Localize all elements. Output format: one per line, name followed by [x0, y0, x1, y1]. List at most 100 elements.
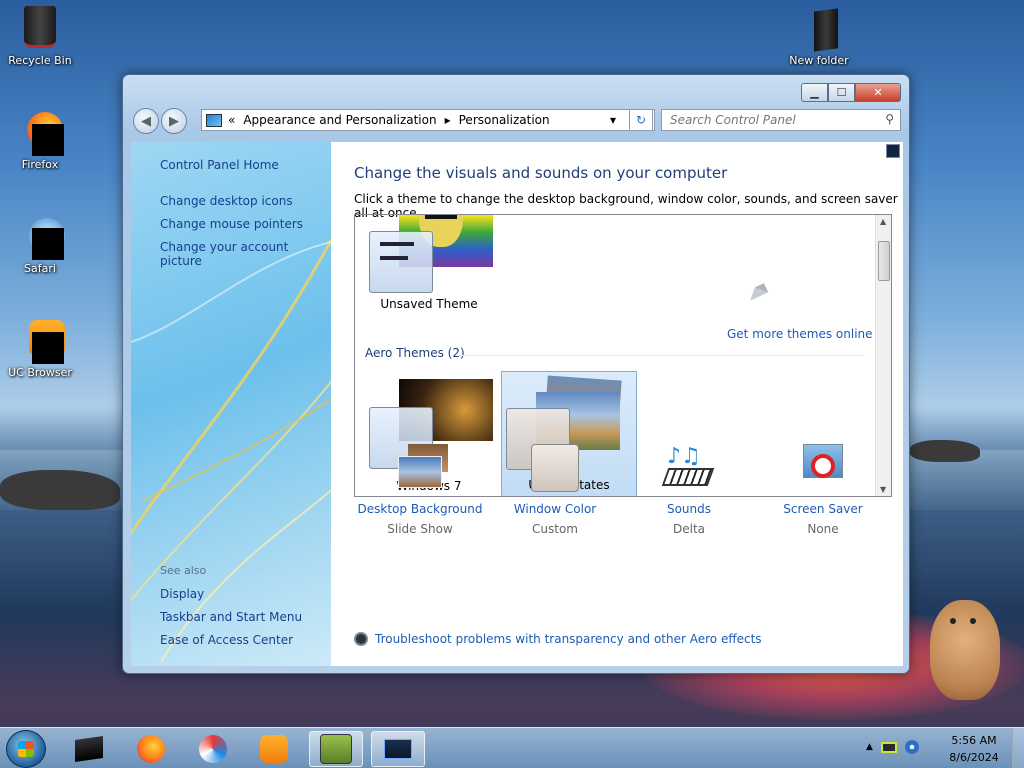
taskbar-control-panel[interactable] — [371, 731, 425, 767]
mouse-cursor-icon — [745, 283, 769, 301]
taskbar-terminal[interactable] — [62, 731, 116, 767]
firefox-icon — [17, 110, 64, 156]
change-account-picture-link[interactable]: Change your account picture — [160, 240, 331, 268]
sounds-setting[interactable]: ♪♫ Sounds Delta — [624, 444, 754, 536]
ease-of-access-link[interactable]: Ease of Access Center — [160, 633, 293, 647]
address-dropdown-icon[interactable]: ▾ — [610, 113, 616, 127]
desktop-background-value: Slide Show — [387, 522, 453, 536]
system-tray: ▲ — [866, 740, 919, 754]
search-placeholder: Search Control Panel — [670, 113, 796, 127]
search-input[interactable]: Search Control Panel ⚲ — [661, 109, 901, 131]
personalization-window: ▁ ☐ ✕ ◀ ▶ « Appearance and Personalizati… — [122, 74, 910, 674]
desktop-icon-safari[interactable]: Safari — [0, 214, 80, 275]
clock-time: 5:56 AM — [951, 734, 997, 747]
back-button[interactable]: ◀ — [133, 108, 159, 134]
window-color-link[interactable]: Window Color — [490, 502, 620, 516]
scroll-up-icon[interactable]: ▲ — [880, 217, 886, 226]
unsaved-theme-card[interactable]: Unsaved Theme — [361, 215, 497, 315]
desktop-icon-new-folder[interactable]: New folder — [779, 6, 859, 67]
screen-saver-icon — [793, 444, 853, 496]
desktop-background-link[interactable]: Desktop Background — [355, 502, 485, 516]
breadcrumb-personalization[interactable]: Personalization — [459, 113, 550, 127]
desktop: Recycle Bin Firefox Safari UC Browser Ne… — [0, 0, 1024, 768]
desktop-icon-label: Recycle Bin — [8, 54, 72, 67]
desktop-icon-uc-browser[interactable]: UC Browser — [0, 318, 80, 379]
desktop-background-setting[interactable]: Desktop Background Slide Show — [355, 444, 485, 536]
breadcrumb-separator-icon: ▸ — [444, 113, 451, 127]
scrollbar-thumb[interactable] — [878, 241, 890, 281]
desktop-icon-label: UC Browser — [8, 366, 72, 379]
taskbar-safari[interactable] — [186, 731, 240, 767]
terminal-icon — [75, 736, 103, 762]
clock[interactable]: 5:56 AM 8/6/2024 — [940, 732, 1008, 766]
wallpaper-rocks-right — [910, 440, 980, 462]
help-icon[interactable] — [886, 144, 900, 158]
desktop-icon-label: Safari — [24, 262, 56, 275]
taskbar-uc-browser[interactable] — [247, 731, 301, 767]
taskbar-firefox[interactable] — [124, 731, 178, 767]
screen-saver-value: None — [807, 522, 839, 536]
control-panel-icon — [206, 113, 222, 127]
main-content: Change the visuals and sounds on your co… — [331, 142, 903, 666]
control-panel-home-link[interactable]: Control Panel Home — [160, 158, 279, 172]
control-panel-window-icon — [384, 739, 412, 759]
clock-date: 8/6/2024 — [949, 751, 999, 764]
troubleshoot-link[interactable]: Troubleshoot problems with transparency … — [354, 632, 762, 646]
sounds-value: Delta — [672, 522, 705, 536]
desktop-icon-label: Firefox — [21, 158, 59, 171]
get-more-themes-link[interactable]: Get more themes online — [727, 327, 873, 341]
desktop-icon-firefox[interactable]: Firefox — [0, 110, 80, 171]
box-hamster-icon — [320, 734, 352, 764]
safari-icon — [17, 214, 65, 260]
windows-logo-icon — [18, 741, 34, 757]
minimize-button[interactable]: ▁ — [801, 83, 828, 102]
maximize-button[interactable]: ☐ — [828, 83, 855, 102]
uc-browser-icon — [17, 318, 65, 364]
taskbar-box[interactable] — [309, 731, 363, 767]
window-color-icon — [525, 444, 585, 496]
page-title: Change the visuals and sounds on your co… — [354, 164, 728, 182]
hamster-gadget[interactable] — [930, 600, 1000, 700]
forward-button[interactable]: ▶ — [161, 108, 187, 134]
desktop-icon-label: New folder — [789, 54, 849, 67]
desktop-icon-recycle-bin[interactable]: Recycle Bin — [0, 6, 80, 67]
window-color-value: Custom — [532, 522, 578, 536]
see-also-heading: See also — [160, 564, 207, 577]
change-desktop-icons-link[interactable]: Change desktop icons — [160, 194, 293, 208]
troubleshoot-icon — [354, 632, 368, 646]
breadcrumb-prefix[interactable]: « — [228, 113, 235, 127]
sounds-link[interactable]: Sounds — [624, 502, 754, 516]
taskbar: ▲ 5:56 AM 8/6/2024 — [0, 727, 1024, 768]
navigation-bar: ◀ ▶ « Appearance and Personalization ▸ P… — [131, 107, 903, 135]
search-icon[interactable]: ⚲ — [885, 112, 894, 126]
window-color-setting[interactable]: Window Color Custom — [490, 444, 620, 536]
firefox-icon — [137, 735, 165, 763]
aero-themes-heading: Aero Themes (2) — [365, 346, 465, 360]
breadcrumb-appearance[interactable]: Appearance and Personalization — [243, 113, 436, 127]
uc-browser-icon — [260, 735, 288, 763]
recycle-bin-icon — [17, 6, 63, 52]
close-button[interactable]: ✕ — [855, 83, 901, 102]
refresh-button[interactable]: ↻ — [629, 109, 653, 131]
screen-saver-setting[interactable]: Screen Saver None — [758, 444, 888, 536]
change-mouse-pointers-link[interactable]: Change mouse pointers — [160, 217, 303, 231]
show-desktop-button[interactable] — [1012, 728, 1024, 768]
unsaved-theme-label: Unsaved Theme — [380, 297, 478, 311]
taskbar-start-menu-link[interactable]: Taskbar and Start Menu — [160, 610, 302, 624]
group-divider — [459, 355, 865, 356]
troubleshoot-label[interactable]: Troubleshoot problems with transparency … — [375, 632, 762, 646]
screen-saver-link[interactable]: Screen Saver — [758, 502, 888, 516]
show-hidden-icons-button[interactable]: ▲ — [866, 742, 873, 752]
safari-swirl-icon — [199, 735, 227, 763]
sounds-icon: ♪♫ — [659, 444, 719, 496]
display-link[interactable]: Display — [160, 587, 204, 601]
address-bar[interactable]: « Appearance and Personalization ▸ Perso… — [201, 109, 655, 131]
unsaved-theme-window-icon — [369, 231, 433, 293]
battery-icon[interactable] — [880, 741, 897, 753]
folder-icon — [796, 6, 842, 52]
wallpaper-rocks-left — [0, 470, 120, 510]
start-button[interactable] — [6, 730, 46, 768]
network-icon[interactable] — [904, 740, 919, 754]
sidebar: Control Panel Home Change desktop icons … — [131, 142, 331, 666]
caption-buttons: ▁ ☐ ✕ — [801, 83, 901, 102]
